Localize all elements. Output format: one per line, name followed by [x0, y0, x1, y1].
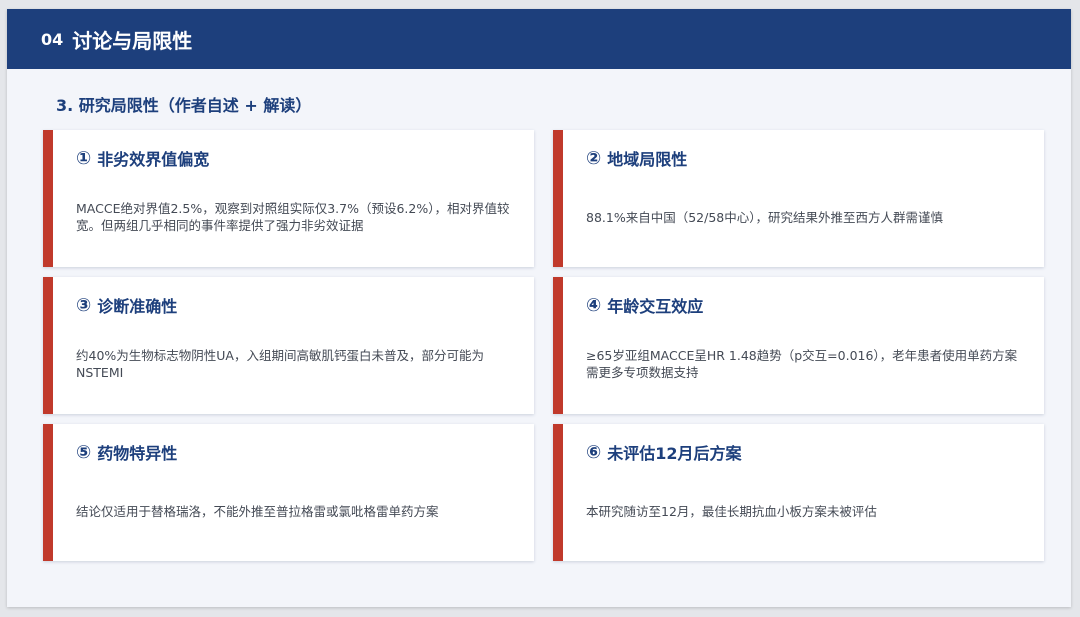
card-heading: ⑤ 药物特异性	[76, 440, 177, 464]
limitation-card-1: ① 非劣效界值偏宽 MACCE绝对界值2.5%，观察到对照组实际仅3.7%（预设…	[43, 130, 534, 267]
slide: 04 讨论与局限性 3. 研究局限性（作者自述 + 解读） ① 非劣效界值偏宽 …	[7, 9, 1071, 607]
card-title: 诊断准确性	[97, 297, 178, 316]
card-body: 本研究随访至12月，最佳长期抗血小板方案未被评估	[586, 504, 877, 519]
card-number: ⑤	[76, 441, 92, 463]
card-number: ①	[76, 147, 92, 169]
card-body: ≥65岁亚组MACCE呈HR 1.48趋势（p交互=0.016），老年患者使用单…	[586, 348, 1018, 380]
card-number: ③	[76, 294, 92, 316]
card-title: 未评估12月后方案	[607, 444, 742, 463]
limitation-card-4: ④ 年龄交互效应 ≥65岁亚组MACCE呈HR 1.48趋势（p交互=0.016…	[553, 277, 1044, 414]
limitation-card-2: ② 地域局限性 88.1%来自中国（52/58中心），研究结果外推至西方人群需谨…	[553, 130, 1044, 267]
card-heading: ② 地域局限性	[586, 146, 687, 170]
card-heading: ③ 诊断准确性	[76, 293, 177, 317]
section-number: 04	[41, 29, 64, 49]
card-body: 约40%为生物标志物阴性UA，入组期间高敏肌钙蛋白未普及，部分可能为NSTEMI	[76, 348, 484, 380]
section-title: 讨论与局限性	[72, 28, 193, 53]
limitation-card-6: ⑥ 未评估12月后方案 本研究随访至12月，最佳长期抗血小板方案未被评估	[553, 424, 1044, 561]
card-title: 地域局限性	[607, 150, 688, 169]
card-heading: ⑥ 未评估12月后方案	[586, 440, 742, 464]
card-heading: ④ 年龄交互效应	[586, 293, 703, 317]
card-body: 88.1%来自中国（52/58中心），研究结果外推至西方人群需谨慎	[586, 210, 943, 225]
card-body: 结论仅适用于替格瑞洛，不能外推至普拉格雷或氯吡格雷单药方案	[76, 504, 439, 519]
limitation-card-5: ⑤ 药物特异性 结论仅适用于替格瑞洛，不能外推至普拉格雷或氯吡格雷单药方案	[43, 424, 534, 561]
page-subtitle: 3. 研究局限性（作者自述 + 解读）	[56, 96, 312, 115]
limitation-card-3: ③ 诊断准确性 约40%为生物标志物阴性UA，入组期间高敏肌钙蛋白未普及，部分可…	[43, 277, 534, 414]
header-bar: 04 讨论与局限性	[7, 9, 1071, 69]
card-heading: ① 非劣效界值偏宽	[76, 146, 209, 170]
card-title: 年龄交互效应	[607, 297, 704, 316]
card-number: ④	[586, 294, 602, 316]
card-number: ②	[586, 147, 602, 169]
card-number: ⑥	[586, 441, 602, 463]
card-title: 药物特异性	[97, 444, 178, 463]
card-title: 非劣效界值偏宽	[97, 150, 210, 169]
card-body: MACCE绝对界值2.5%，观察到对照组实际仅3.7%（预设6.2%），相对界值…	[76, 201, 510, 233]
